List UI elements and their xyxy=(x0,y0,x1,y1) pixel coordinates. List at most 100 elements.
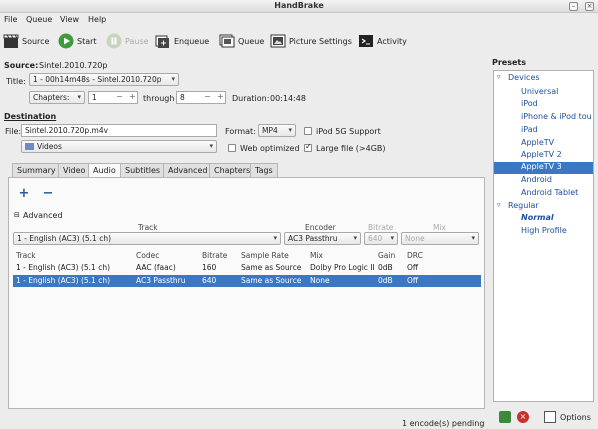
preset-item[interactable]: iPad xyxy=(521,125,538,134)
source-value: Sintel.2010.720p xyxy=(39,61,108,70)
queue-button[interactable]: Queue xyxy=(219,31,264,51)
close-icon[interactable]: × xyxy=(585,2,594,11)
range-type-combo[interactable]: Chapters: ▾ xyxy=(29,91,85,104)
options-icon[interactable] xyxy=(544,411,556,423)
presets-tree: ▿ Devices Universal iPod iPhone & iPod t… xyxy=(493,70,594,402)
enqueue-button-label: Enqueue xyxy=(174,36,210,46)
chevron-down-icon: ▾ xyxy=(171,75,175,83)
menu-view[interactable]: View xyxy=(60,15,79,24)
audio-track-row[interactable]: 1 - English (AC3) (5.1 ch) AAC (faac) 16… xyxy=(13,262,481,274)
minimize-icon[interactable]: – xyxy=(569,2,578,11)
plus-icon[interactable]: + xyxy=(129,92,136,101)
audio-track-value: 1 - English (AC3) (5.1 ch) xyxy=(17,234,111,243)
preset-item[interactable]: High Profile xyxy=(521,226,567,235)
preset-item[interactable]: Universal xyxy=(521,87,558,96)
web-optimized-checkbox[interactable] xyxy=(228,144,236,152)
format-combo[interactable]: MP4 ▾ xyxy=(258,124,296,137)
picture-settings-button-label: Picture Settings xyxy=(289,36,352,46)
activity-button[interactable]: Activity xyxy=(358,31,407,51)
encoder-value: AC3 Passthru xyxy=(288,234,338,243)
file-name-input[interactable]: Sintel.2010.720p.m4v xyxy=(21,124,217,137)
preset-item[interactable]: iPhone & iPod touch xyxy=(521,112,591,121)
toolbar: Source Start Pause Enqueue Queue Picture… xyxy=(0,28,490,54)
row-mix: None xyxy=(310,276,330,285)
column-drc[interactable]: DRC xyxy=(407,251,423,260)
destination-folder-value: Videos xyxy=(37,142,62,151)
row-drc: Off xyxy=(407,276,419,285)
preset-item[interactable]: AppleTV xyxy=(521,138,554,147)
remove-preset-icon[interactable]: × xyxy=(517,411,529,423)
save-preset-icon[interactable] xyxy=(499,411,511,423)
audio-track-combo[interactable]: 1 - English (AC3) (5.1 ch) ▾ xyxy=(13,232,281,245)
source-button-label: Source xyxy=(22,36,50,46)
add-audio-track-button[interactable]: + xyxy=(16,187,32,202)
title-combo[interactable]: 1 - 00h14m48s - Sintel.2010.720p ▾ xyxy=(29,73,179,86)
tab-tags[interactable]: Tags xyxy=(250,163,278,177)
destination-folder-combo[interactable]: Videos ▾ xyxy=(21,140,217,153)
row-codec: AAC (faac) xyxy=(136,263,176,272)
column-sample-rate[interactable]: Sample Rate xyxy=(241,251,289,260)
pause-button[interactable]: Pause xyxy=(106,31,149,51)
audio-track-row-selected[interactable]: 1 - English (AC3) (5.1 ch) AC3 Passthru … xyxy=(13,275,481,287)
menu-queue[interactable]: Queue xyxy=(26,15,52,24)
menu-help[interactable]: Help xyxy=(88,15,106,24)
status-bar: 1 encode(s) pending xyxy=(0,414,490,429)
start-button[interactable]: Start xyxy=(58,31,97,51)
enqueue-button[interactable]: Enqueue xyxy=(155,31,209,51)
chevron-down-icon: ▾ xyxy=(273,234,277,242)
column-track[interactable]: Track xyxy=(16,251,36,260)
title-label: Title: xyxy=(6,77,26,86)
status-text: 1 encode(s) pending xyxy=(402,419,485,428)
tab-advanced[interactable]: Advanced xyxy=(163,163,213,177)
range-start-spinner[interactable]: 1 − + xyxy=(88,91,138,104)
menu-bar: File Queue View Help xyxy=(0,13,598,26)
preset-category-devices[interactable]: Devices xyxy=(508,73,540,82)
column-mix[interactable]: Mix xyxy=(310,251,323,260)
remove-audio-track-button[interactable]: − xyxy=(40,187,56,202)
source-button[interactable]: Source xyxy=(3,31,49,51)
chevron-down-icon: ▾ xyxy=(353,234,357,242)
preset-item[interactable]: Android xyxy=(521,175,552,184)
range-end-spinner[interactable]: 8 − + xyxy=(176,91,226,104)
preset-item[interactable]: Android Tablet xyxy=(521,188,578,197)
large-file-checkbox[interactable] xyxy=(304,142,312,152)
picture-settings-button[interactable]: Picture Settings xyxy=(270,31,352,51)
minus-icon[interactable]: − xyxy=(116,92,123,101)
tab-subtitles[interactable]: Subtitles xyxy=(120,163,166,177)
tab-chapters[interactable]: Chapters xyxy=(209,163,256,177)
preset-category-regular[interactable]: Regular xyxy=(508,201,539,210)
column-gain[interactable]: Gain xyxy=(378,251,395,260)
preset-options-button[interactable]: Options xyxy=(560,413,591,422)
mix-combo[interactable]: None ▾ xyxy=(401,232,479,245)
plus-icon[interactable]: + xyxy=(217,92,224,101)
encoder-combo[interactable]: AC3 Passthru ▾ xyxy=(284,232,361,245)
source-label: Source: xyxy=(4,61,39,70)
title-combo-value: 1 - 00h14m48s - Sintel.2010.720p xyxy=(33,75,162,84)
row-gain: 0dB xyxy=(378,263,393,272)
play-icon xyxy=(58,33,74,49)
row-sample-rate: Same as Source xyxy=(241,263,302,272)
bitrate-combo[interactable]: 640 ▾ xyxy=(364,232,398,245)
collapse-icon[interactable]: ⊟ xyxy=(14,211,20,219)
collapse-icon[interactable]: ▿ xyxy=(497,73,501,81)
advanced-expander-label[interactable]: Advanced xyxy=(23,211,63,220)
menu-file[interactable]: File xyxy=(4,15,17,24)
preset-item[interactable]: AppleTV 2 xyxy=(521,150,562,159)
bitrate-value: 640 xyxy=(368,234,383,243)
preset-item[interactable]: iPod xyxy=(521,99,538,108)
tab-video[interactable]: Video xyxy=(58,163,91,177)
collapse-icon[interactable]: ▿ xyxy=(497,201,501,209)
preset-item-default[interactable]: Normal xyxy=(521,213,554,222)
ipod-5g-checkbox[interactable] xyxy=(304,127,312,135)
column-bitrate[interactable]: Bitrate xyxy=(202,251,227,260)
row-drc: Off xyxy=(407,263,419,272)
terminal-icon xyxy=(358,33,374,49)
tab-audio[interactable]: Audio xyxy=(88,163,121,178)
track-header: Track xyxy=(138,223,158,232)
queue-icon xyxy=(219,33,235,49)
minus-icon[interactable]: − xyxy=(204,92,211,101)
chevron-down-icon: ▾ xyxy=(209,142,213,150)
column-codec[interactable]: Codec xyxy=(136,251,159,260)
tab-summary[interactable]: Summary xyxy=(12,163,61,177)
preset-item-selected[interactable]: AppleTV 3 xyxy=(494,162,593,174)
